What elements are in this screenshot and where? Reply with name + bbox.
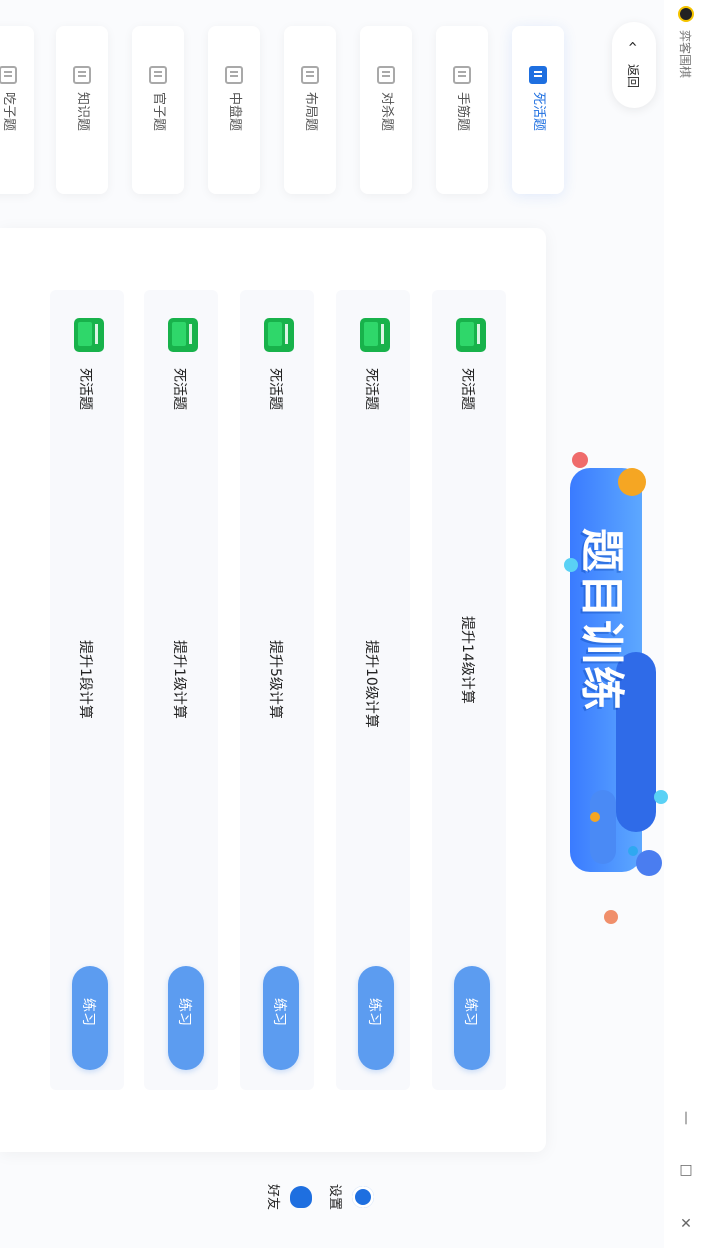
maximize-button[interactable]: □: [676, 1160, 696, 1180]
tab-label: 官子题: [151, 92, 166, 132]
card-icon: [149, 66, 167, 84]
tab-label: 布局题: [303, 92, 318, 132]
tab-label: 吃子题: [1, 92, 16, 132]
tab-label: 对杀题: [379, 92, 394, 132]
practice-label: 练习: [462, 998, 478, 1026]
practice-label: 练习: [176, 998, 192, 1026]
notebook-icon: [73, 66, 91, 84]
document-icon: [453, 66, 471, 84]
exercise-book-icon: [168, 318, 198, 352]
decor-dot: [604, 910, 618, 924]
exercise-type: 死活题: [267, 368, 283, 410]
exercise-description: 提升14级计算: [459, 616, 475, 704]
tab-capture[interactable]: 吃子题: [0, 26, 34, 194]
exercise-book-icon: [456, 318, 486, 352]
tab-middle-game[interactable]: 中盘题: [208, 26, 260, 194]
decor-dot: [636, 850, 662, 876]
gear-icon[interactable]: [352, 1186, 374, 1208]
tab-tesuji[interactable]: 手筋题: [436, 26, 488, 194]
exercise-description: 提升5级计算: [267, 640, 283, 719]
exercise-description: 提升1级计算: [171, 640, 187, 719]
exercise-book-icon: [74, 318, 104, 352]
layout-icon: [301, 66, 319, 84]
tab-label: 死活题: [531, 92, 546, 132]
decor-dot: [590, 812, 600, 822]
exercise-type: 死活题: [171, 368, 187, 410]
hero-title: 题目训练: [576, 528, 627, 712]
decor-dot: [628, 846, 638, 856]
chevron-left-icon: ‹: [624, 40, 644, 48]
decor-dot: [572, 452, 588, 468]
board-icon: [225, 66, 243, 84]
tab-opening[interactable]: 布局题: [284, 26, 336, 194]
tab-life-death[interactable]: 死活题: [512, 26, 564, 194]
exercise-book-icon: [264, 318, 294, 352]
document-icon: [529, 66, 547, 84]
decor-dot: [618, 468, 646, 496]
app-title: 弈客围棋: [678, 30, 692, 79]
decor-dot: [564, 558, 578, 572]
book-icon: [377, 66, 395, 84]
settings-label[interactable]: 设置: [327, 1184, 346, 1210]
exercise-description: 提升10级计算: [363, 640, 379, 728]
tab-knowledge[interactable]: 知识题: [56, 26, 108, 194]
practice-label: 练习: [366, 998, 382, 1026]
hero-decoration: [590, 790, 616, 864]
document-icon: [0, 66, 17, 84]
friends-label[interactable]: 好友: [265, 1184, 284, 1210]
tab-label: 中盘题: [227, 92, 242, 132]
tab-label: 手筋题: [455, 92, 470, 132]
tab-endgame[interactable]: 官子题: [132, 26, 184, 194]
minimize-button[interactable]: —: [676, 1108, 696, 1128]
tab-capturing-race[interactable]: 对杀题: [360, 26, 412, 194]
exercise-type: 死活题: [363, 368, 379, 410]
friends-icon[interactable]: [290, 1186, 312, 1208]
back-label: 返回: [626, 64, 640, 89]
tab-label: 知识题: [75, 92, 90, 132]
exercise-description: 提升1段计算: [77, 640, 93, 719]
decor-dot: [654, 790, 668, 804]
practice-label: 练习: [80, 998, 96, 1026]
app-window: 弈客围棋 — □ ✕ ‹ 返回 死活题 手筋题 对杀题 布局题 中盘题 官子题: [0, 0, 702, 1248]
practice-label: 练习: [271, 998, 287, 1026]
exercise-book-icon: [360, 318, 390, 352]
window-title-bar: [664, 0, 702, 1248]
app-logo-icon: [678, 6, 694, 22]
exercise-type: 死活题: [77, 368, 93, 410]
close-button[interactable]: ✕: [676, 1214, 696, 1234]
exercise-type: 死活题: [459, 368, 475, 410]
